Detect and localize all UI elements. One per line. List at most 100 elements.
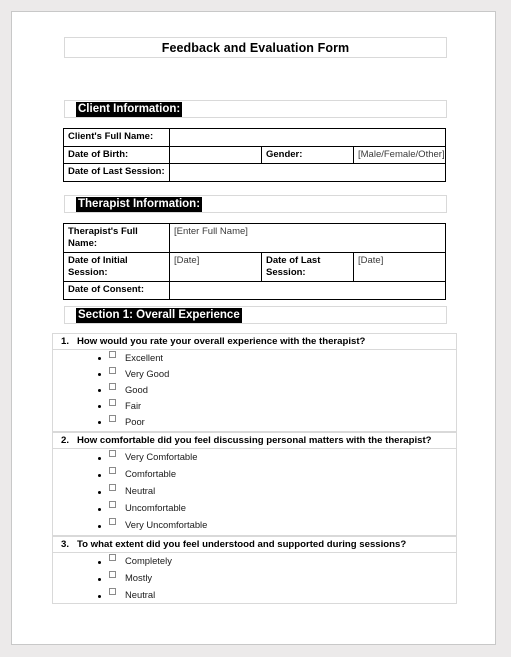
checkbox-icon[interactable]: [109, 415, 116, 422]
option-label: Excellent: [125, 352, 164, 363]
client-full-name-label: Client's Full Name:: [63, 128, 170, 147]
checkbox-icon[interactable]: [109, 554, 116, 561]
therapist-information-table: Therapist's Full Name: [Enter Full Name]…: [63, 223, 446, 300]
bullet-icon: [98, 560, 101, 564]
checkbox-icon[interactable]: [109, 450, 116, 457]
client-information-heading-box: Client Information:: [64, 100, 447, 118]
client-dob-value[interactable]: [169, 145, 262, 164]
bullet-icon: [98, 490, 101, 494]
list-item[interactable]: Comfortable: [53, 466, 456, 483]
option-label: Completely: [125, 555, 172, 566]
document-title-box: Feedback and Evaluation Form: [64, 37, 447, 58]
list-item[interactable]: Very Good: [53, 366, 456, 382]
question-1-text: 1. How would you rate your overall experi…: [61, 336, 365, 347]
question-2-box: 2. How comfortable did you feel discussin…: [52, 432, 457, 449]
table-row: Therapist's Full Name: [Enter Full Name]: [63, 223, 446, 253]
option-label: Very Good: [125, 368, 170, 379]
checkbox-icon[interactable]: [109, 588, 116, 595]
question-3-text: 3. To what extent did you feel understood…: [61, 539, 406, 550]
option-label: Good: [125, 384, 148, 395]
table-row: Date of Last Session:: [63, 163, 446, 182]
question-1-options-box: Excellent Very Good Good Fair Poor: [52, 350, 457, 432]
table-row: Date of Initial Session: [Date] Date of …: [63, 252, 446, 282]
question-2-number: 2.: [61, 435, 70, 446]
client-information-table: Client's Full Name: Date of Birth: Gende…: [63, 128, 446, 182]
option-label: Fair: [125, 400, 142, 411]
question-2-text: 2. How comfortable did you feel discussin…: [61, 435, 432, 446]
option-label: Very Comfortable: [125, 451, 198, 462]
bullet-icon: [98, 473, 101, 477]
checkbox-icon[interactable]: [109, 399, 116, 406]
bullet-icon: [98, 389, 101, 392]
question-1-option-list: Excellent Very Good Good Fair Poor: [53, 350, 456, 430]
table-row: Date of Consent:: [63, 281, 446, 300]
client-gender-label: Gender:: [261, 145, 354, 164]
option-label: Mostly: [125, 572, 153, 583]
option-label: Comfortable: [125, 468, 177, 479]
bullet-icon: [98, 524, 101, 528]
checkbox-icon[interactable]: [109, 484, 116, 491]
checkbox-icon[interactable]: [109, 518, 116, 525]
document-page: Feedback and Evaluation Form Client Info…: [11, 11, 496, 645]
bullet-icon: [98, 405, 101, 408]
checkbox-icon[interactable]: [109, 351, 116, 358]
list-item[interactable]: Neutral: [53, 587, 456, 604]
list-item[interactable]: Good: [53, 382, 456, 398]
checkbox-icon[interactable]: [109, 571, 116, 578]
question-2-label: How comfortable did you feel discussing …: [77, 435, 432, 446]
therapist-information-heading-box: Therapist Information:: [64, 195, 447, 213]
list-item[interactable]: Excellent: [53, 350, 456, 366]
bullet-icon: [98, 421, 101, 424]
list-item[interactable]: Very Comfortable: [53, 449, 456, 466]
question-3-label: To what extent did you feel understood a…: [77, 539, 407, 550]
client-last-session-label: Date of Last Session:: [63, 163, 170, 182]
therapist-consent-date-label: Date of Consent:: [63, 281, 170, 300]
therapist-initial-session-label: Date of Initial Session:: [63, 252, 170, 282]
client-last-session-value[interactable]: [169, 163, 446, 182]
question-1-label: How would you rate your overall experien…: [77, 336, 366, 347]
question-2-options-box: Very Comfortable Comfortable Neutral Unc…: [52, 449, 457, 536]
therapist-initial-session-value[interactable]: [Date]: [169, 252, 262, 282]
page-title: Feedback and Evaluation Form: [161, 41, 350, 55]
option-label: Very Uncomfortable: [125, 519, 208, 530]
client-gender-value[interactable]: [Male/Female/Other]: [353, 145, 446, 164]
table-row: Date of Birth: Gender: [Male/Female/Othe…: [63, 145, 446, 164]
list-item[interactable]: Uncomfortable: [53, 500, 456, 517]
checkbox-icon[interactable]: [109, 367, 116, 374]
bullet-icon: [98, 594, 101, 598]
question-1-number: 1.: [61, 336, 70, 347]
bullet-icon: [98, 577, 101, 581]
bullet-icon: [98, 357, 101, 360]
question-3-box: 3. To what extent did you feel understood…: [52, 536, 457, 553]
bullet-icon: [98, 507, 101, 511]
option-label: Neutral: [125, 589, 156, 600]
question-3-options-box: Completely Mostly Neutral: [52, 553, 457, 604]
checkbox-icon[interactable]: [109, 383, 116, 390]
table-row: Client's Full Name:: [63, 128, 446, 147]
list-item[interactable]: Poor: [53, 414, 456, 430]
therapist-last-session-value[interactable]: [Date]: [353, 252, 446, 282]
question-1-box: 1. How would you rate your overall experi…: [52, 333, 457, 350]
checkbox-icon[interactable]: [109, 467, 116, 474]
therapist-last-session-label: Date of Last Session:: [261, 252, 354, 282]
option-label: Poor: [125, 416, 145, 427]
client-dob-label: Date of Birth:: [63, 145, 170, 164]
option-label: Neutral: [125, 485, 156, 496]
section1-heading: Section 1: Overall Experience: [76, 308, 242, 323]
question-2-option-list: Very Comfortable Comfortable Neutral Unc…: [53, 449, 456, 534]
list-item[interactable]: Mostly: [53, 570, 456, 587]
list-item[interactable]: Neutral: [53, 483, 456, 500]
bullet-icon: [98, 456, 101, 460]
client-full-name-value[interactable]: [169, 128, 446, 147]
therapist-consent-date-value[interactable]: [169, 281, 446, 300]
checkbox-icon[interactable]: [109, 501, 116, 508]
question-3-option-list: Completely Mostly Neutral: [53, 553, 456, 604]
list-item[interactable]: Completely: [53, 553, 456, 570]
client-information-heading: Client Information:: [76, 102, 183, 117]
option-label: Uncomfortable: [125, 502, 186, 513]
list-item[interactable]: Very Uncomfortable: [53, 517, 456, 534]
bullet-icon: [98, 373, 101, 376]
list-item[interactable]: Fair: [53, 398, 456, 414]
therapist-full-name-value[interactable]: [Enter Full Name]: [169, 223, 446, 253]
therapist-full-name-label: Therapist's Full Name:: [63, 223, 170, 253]
